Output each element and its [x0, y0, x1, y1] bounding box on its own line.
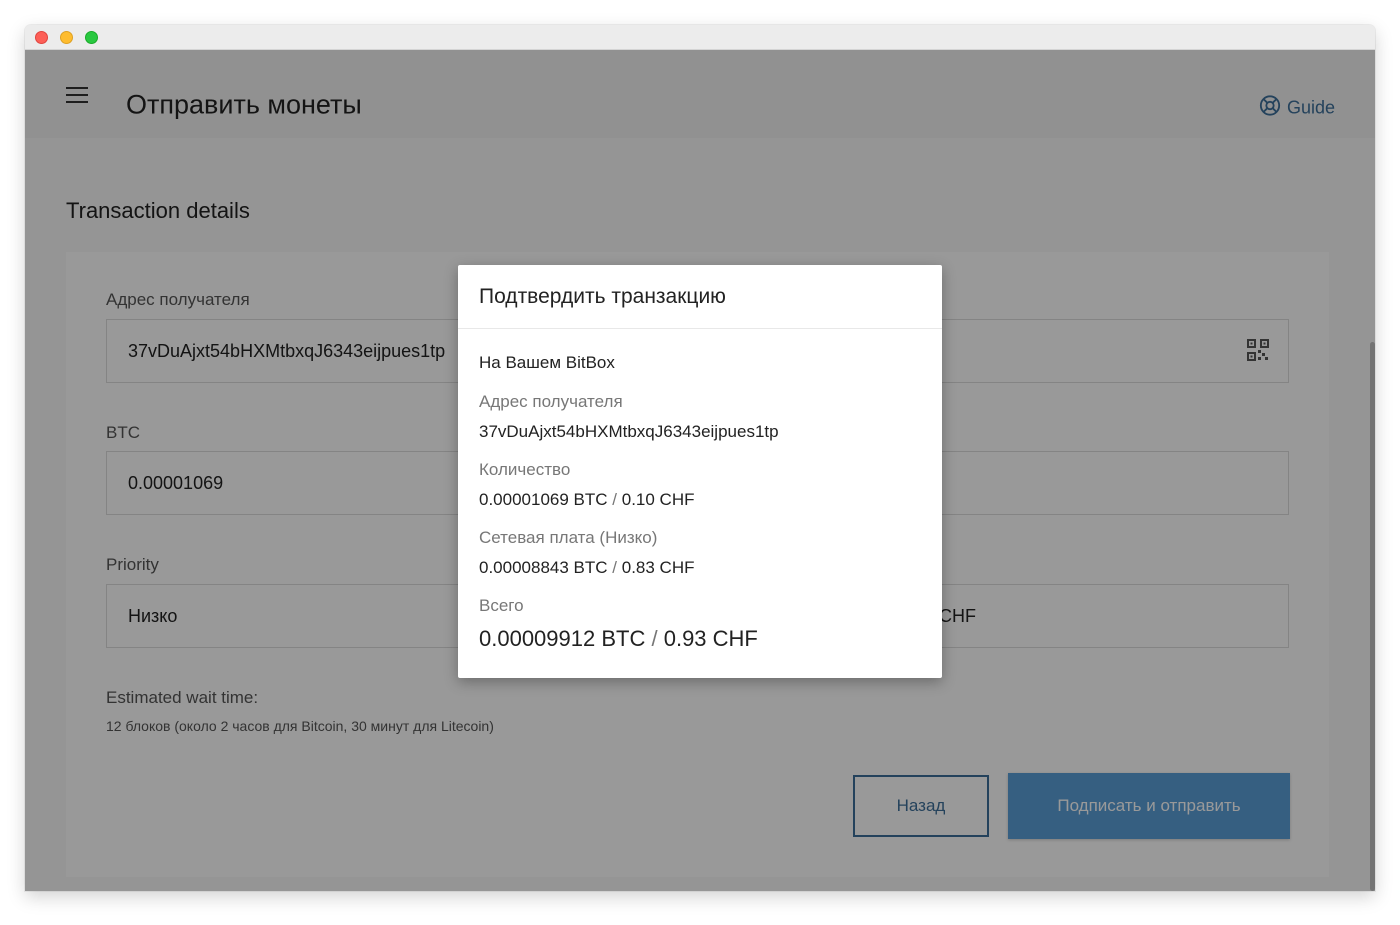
amount-fiat: 0.10 CHF — [621, 490, 695, 509]
dialog-body: На Вашем BitBox Адрес получателя 37vDuAj… — [458, 329, 942, 652]
fee-btc: 0.00008843 BTC — [479, 558, 608, 577]
device-notice: На Вашем BitBox — [479, 353, 615, 372]
dialog-recipient-value: 37vDuAjxt54bHXMtbxqJ6343eijpues1tp — [479, 422, 779, 441]
dialog-fee-label: Сетевая плата (Низко) — [479, 528, 658, 547]
confirm-transaction-dialog: Подтвердить транзакцию На Вашем BitBox А… — [458, 265, 942, 678]
total-fiat: 0.93 CHF — [663, 626, 758, 651]
window-titlebar — [25, 25, 1375, 50]
total-btc: 0.00009912 BTC — [479, 626, 646, 651]
app-window: Отправить монеты Guide Transaction detai… — [25, 25, 1375, 891]
separator: / — [612, 490, 618, 509]
minimize-window-button[interactable] — [60, 31, 73, 44]
dialog-title: Подтвердить транзакцию — [458, 265, 942, 329]
dialog-total-label: Всего — [479, 596, 524, 615]
maximize-window-button[interactable] — [85, 31, 98, 44]
fee-fiat: 0.83 CHF — [621, 558, 695, 577]
dialog-amount-label: Количество — [479, 460, 571, 479]
dialog-recipient-label: Адрес получателя — [479, 392, 623, 411]
dialog-total-value: 0.00009912 BTC / 0.93 CHF — [479, 626, 921, 652]
separator: / — [651, 626, 658, 651]
separator: / — [612, 558, 618, 577]
amount-btc: 0.00001069 BTC — [479, 490, 608, 509]
close-window-button[interactable] — [35, 31, 48, 44]
dialog-amount-value: 0.00001069 BTC / 0.10 CHF — [479, 490, 921, 510]
dialog-fee-value: 0.00008843 BTC / 0.83 CHF — [479, 558, 921, 578]
